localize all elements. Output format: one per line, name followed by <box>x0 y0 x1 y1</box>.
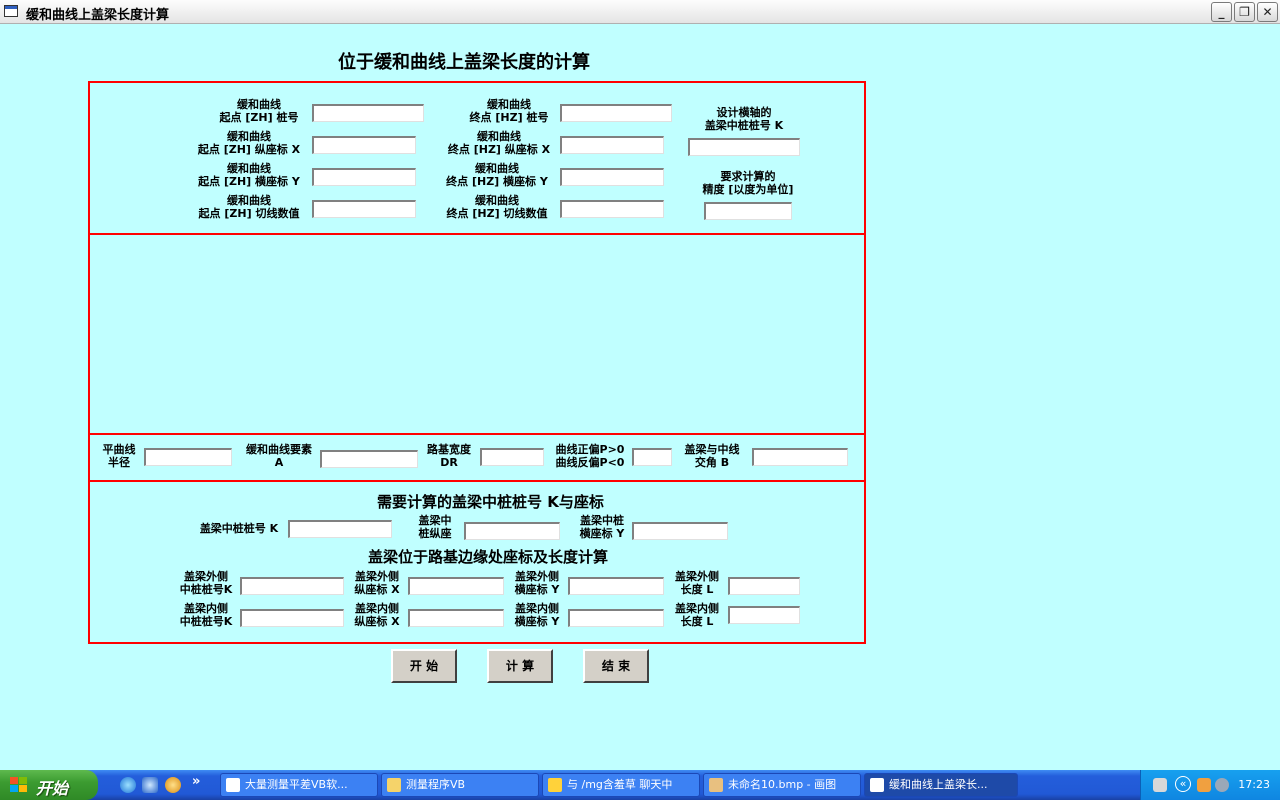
outer-x-input[interactable] <box>408 577 504 595</box>
messenger-icon[interactable] <box>1197 778 1211 792</box>
precision-input[interactable] <box>704 202 792 220</box>
hz-tangent-label: 缓和曲线 终点 [HZ] 切线数值 <box>446 194 548 220</box>
roadbed-width-input[interactable] <box>480 448 544 466</box>
curve-direction-input[interactable] <box>632 448 672 466</box>
outer-y-input[interactable] <box>568 577 664 595</box>
radius-input[interactable] <box>144 448 232 466</box>
zh-stake-label: 缓和曲线 起点 [ZH] 桩号 <box>219 98 299 124</box>
system-tray: « 17:23 <box>1140 770 1280 800</box>
divider-2 <box>88 433 866 435</box>
task-item-paint[interactable]: 未命名10.bmp - 画图 <box>703 773 861 797</box>
folder-icon <box>387 778 401 792</box>
zh-x-label: 缓和曲线 起点 [ZH] 纵座标 X <box>197 130 301 156</box>
outer-k-label: 盖梁外侧 中桩桩号K <box>179 570 233 596</box>
inner-x-input[interactable] <box>408 609 504 627</box>
edge-section-title: 盖梁位于路基边缘处座标及长度计算 <box>368 548 609 566</box>
outer-y-label: 盖梁外侧 横座标 Y <box>514 570 560 596</box>
window-title: 缓和曲线上盖梁长度计算 <box>26 8 170 23</box>
windows-logo-icon <box>10 777 28 793</box>
ie-icon[interactable] <box>120 777 136 793</box>
divider-1 <box>88 233 866 235</box>
keyboard-icon[interactable] <box>1153 778 1167 792</box>
outer-k-input[interactable] <box>240 577 344 595</box>
outlook-icon[interactable] <box>142 777 158 793</box>
tray-expand-icon[interactable]: « <box>1175 776 1191 792</box>
task-item-vb-adjust[interactable]: 大量测量平差VB软... <box>220 773 378 797</box>
start-button[interactable]: 开 始 <box>391 649 457 683</box>
inner-length-input[interactable] <box>728 606 800 624</box>
curve-direction-label: 曲线正偏P>0 曲线反偏P<0 <box>555 443 625 469</box>
center-k-label: 盖梁中桩桩号 K <box>199 522 279 535</box>
outer-length-label: 盖梁外侧 长度 L <box>675 570 719 596</box>
zh-y-label: 缓和曲线 起点 [ZH] 横座标 Y <box>198 162 300 188</box>
end-button[interactable]: 结 束 <box>583 649 649 683</box>
design-k-input[interactable] <box>688 138 800 156</box>
design-k-label: 设计横轴的 盖梁中桩桩号 K <box>704 106 784 132</box>
minimize-button[interactable]: _ <box>1211 2 1232 22</box>
paint-icon <box>709 778 723 792</box>
center-y-input[interactable] <box>632 522 728 540</box>
task-label: 未命名10.bmp - 画图 <box>728 778 837 791</box>
radius-label: 平曲线 半径 <box>102 443 136 469</box>
hz-x-input[interactable] <box>560 136 664 154</box>
hz-y-label: 缓和曲线 终点 [HZ] 横座标 Y <box>446 162 548 188</box>
task-item-folder[interactable]: 测量程序VB <box>381 773 539 797</box>
center-y-label: 盖梁中桩 横座标 Y <box>579 514 625 540</box>
close-button[interactable]: ✕ <box>1257 2 1278 22</box>
divider-3 <box>88 480 866 482</box>
inner-length-label: 盖梁内侧 长度 L <box>675 602 719 628</box>
ie-page-icon <box>226 778 240 792</box>
inner-y-label: 盖梁内侧 横座标 Y <box>514 602 560 628</box>
title-bar: 缓和曲线上盖梁长度计算 _ ❐ ✕ <box>0 0 1280 24</box>
form-heading: 位于缓和曲线上盖梁长度的计算 <box>338 52 590 73</box>
restore-button[interactable]: ❐ <box>1234 2 1255 22</box>
precision-label: 要求计算的 精度 [以度为单位] <box>702 170 794 196</box>
calculate-button[interactable]: 计 算 <box>487 649 553 683</box>
center-k-input[interactable] <box>288 520 392 538</box>
clock: 17:23 <box>1238 778 1270 791</box>
zh-tangent-input[interactable] <box>312 200 416 218</box>
spiral-a-label: 缓和曲线要素 A <box>246 443 312 469</box>
start-label: 开始 <box>36 779 69 798</box>
qq-icon[interactable] <box>165 777 181 793</box>
task-item-chat[interactable]: 与 /mg含羞草 聊天中 <box>542 773 700 797</box>
center-x-label: 盖梁中 桩纵座 <box>418 514 452 540</box>
inner-k-input[interactable] <box>240 609 344 627</box>
inner-y-input[interactable] <box>568 609 664 627</box>
volume-icon[interactable] <box>1215 778 1229 792</box>
hz-tangent-input[interactable] <box>560 200 664 218</box>
intersect-angle-input[interactable] <box>752 448 848 466</box>
app-window-icon[interactable] <box>4 5 18 17</box>
quicklaunch-more-icon[interactable]: » <box>192 774 200 789</box>
task-label: 与 /mg含羞草 聊天中 <box>567 778 673 791</box>
intersect-angle-label: 盖梁与中线 交角 B <box>684 443 740 469</box>
spiral-a-input[interactable] <box>320 450 418 468</box>
task-label: 缓和曲线上盖梁长... <box>889 778 988 791</box>
hz-stake-input[interactable] <box>560 104 672 122</box>
app-window-icon <box>870 778 884 792</box>
center-x-input[interactable] <box>464 522 560 540</box>
task-label: 大量测量平差VB软... <box>245 778 348 791</box>
taskbar: 开始 » 大量测量平差VB软... 测量程序VB 与 /mg含羞草 聊天中 未命… <box>0 770 1280 800</box>
hz-x-label: 缓和曲线 终点 [HZ] 纵座标 X <box>447 130 551 156</box>
center-section-title: 需要计算的盖梁中桩桩号 K与座标 <box>377 493 604 511</box>
zh-y-input[interactable] <box>312 168 416 186</box>
hz-y-input[interactable] <box>560 168 664 186</box>
hz-stake-label: 缓和曲线 终点 [HZ] 桩号 <box>469 98 549 124</box>
zh-x-input[interactable] <box>312 136 416 154</box>
roadbed-width-label: 路基宽度 DR <box>427 443 471 469</box>
inner-x-label: 盖梁内侧 纵座标 X <box>354 602 400 628</box>
zh-stake-input[interactable] <box>312 104 424 122</box>
start-button-taskbar[interactable]: 开始 <box>0 770 98 800</box>
task-item-current[interactable]: 缓和曲线上盖梁长... <box>864 773 1018 797</box>
chat-icon <box>548 778 562 792</box>
outer-length-input[interactable] <box>728 577 800 595</box>
outer-x-label: 盖梁外侧 纵座标 X <box>354 570 400 596</box>
inner-k-label: 盖梁内侧 中桩桩号K <box>179 602 233 628</box>
task-label: 测量程序VB <box>406 778 466 791</box>
zh-tangent-label: 缓和曲线 起点 [ZH] 切线数值 <box>198 194 300 220</box>
